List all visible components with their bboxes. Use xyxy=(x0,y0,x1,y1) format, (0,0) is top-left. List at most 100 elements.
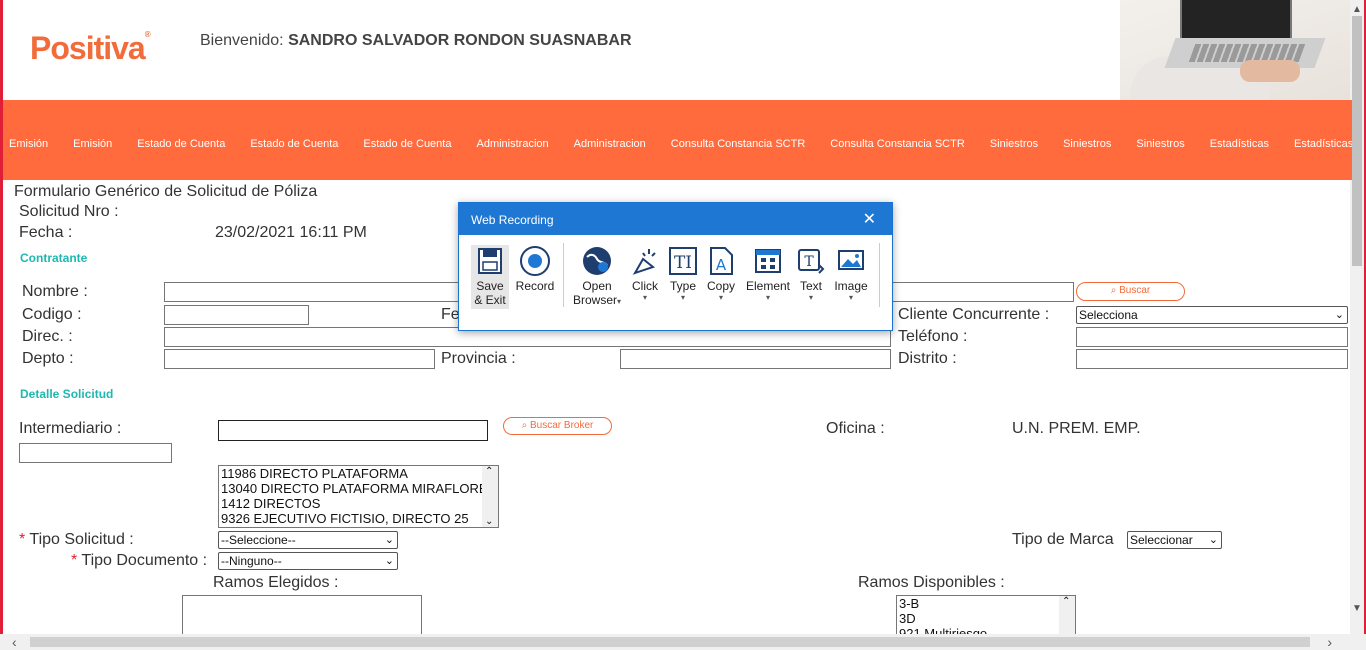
toolbar-separator xyxy=(563,243,564,307)
welcome-text: Bienvenido: SANDRO SALVADOR RONDON SUASN… xyxy=(200,32,632,50)
tipo-solicitud-label: * Tipo Solicitud : xyxy=(19,531,134,548)
copy-text-icon: A xyxy=(710,247,733,275)
nav-item[interactable]: Administracion xyxy=(476,138,548,150)
depto-label: Depto : xyxy=(22,350,74,367)
search-icon: ⌕ xyxy=(1110,285,1117,296)
type-button[interactable]: TI Type ▾ xyxy=(665,245,701,302)
provincia-label: Provincia : xyxy=(441,350,516,367)
tipo-marca-select[interactable]: Seleccionar ⌄ xyxy=(1127,531,1222,549)
horizontal-scrollbar[interactable]: ‹ › xyxy=(0,634,1366,650)
scroll-right-icon[interactable]: › xyxy=(1327,634,1332,650)
intermediario-label: Intermediario : xyxy=(19,420,122,437)
detalle-section-title: Detalle Solicitud xyxy=(20,387,114,401)
nav-item[interactable]: Siniestros xyxy=(1063,138,1111,150)
left-frame-border xyxy=(0,0,3,650)
list-item[interactable]: 3-B xyxy=(897,596,1075,611)
dialog-title-bar: Web Recording ✕ xyxy=(459,203,892,235)
nombre-label: Nombre : xyxy=(22,283,88,300)
nav-item[interactable]: Estado de Cuenta xyxy=(137,138,225,150)
oficina-label: Oficina : xyxy=(826,420,885,437)
click-button[interactable]: Click ▾ xyxy=(627,245,663,302)
svg-text:T: T xyxy=(804,254,814,270)
ramos-disponibles-label: Ramos Disponibles : xyxy=(858,574,1005,591)
globe-icon xyxy=(583,247,611,275)
list-item[interactable]: 1412 DIRECTOS xyxy=(219,496,498,511)
contratante-section-title: Contratante xyxy=(20,251,88,265)
close-icon[interactable]: ✕ xyxy=(863,209,876,229)
list-item[interactable]: 3D xyxy=(897,611,1075,626)
scrollbar-thumb[interactable] xyxy=(1352,16,1362,266)
nav-item[interactable]: Estado de Cuenta xyxy=(250,138,338,150)
open-browser-button[interactable]: Open Browser▾ xyxy=(571,245,623,307)
image-button[interactable]: Image ▾ xyxy=(831,245,871,302)
buscar-broker-button[interactable]: ⌕ Buscar Broker xyxy=(503,417,612,435)
scroll-left-icon[interactable]: ‹ xyxy=(12,634,17,650)
codigo-label: Codigo : xyxy=(22,306,82,323)
tipo-documento-label: * Tipo Documento : xyxy=(71,552,208,569)
image-icon xyxy=(838,250,864,270)
fecha-value: 23/02/2021 16:11 PM xyxy=(215,224,367,241)
svg-text:A: A xyxy=(716,256,727,274)
codigo-input[interactable] xyxy=(164,305,309,325)
cliente-concurrente-select[interactable]: Selecciona ⌄ xyxy=(1076,306,1348,324)
element-grid-icon xyxy=(755,249,781,273)
save-exit-button[interactable]: Save & Exit xyxy=(471,245,509,309)
chevron-down-icon: ⌄ xyxy=(384,555,394,567)
intermediario-code-input[interactable] xyxy=(19,443,172,463)
nav-item[interactable]: Consulta Constancia SCTR xyxy=(671,138,806,150)
intermediario-input[interactable] xyxy=(218,420,488,441)
distrito-input[interactable] xyxy=(1076,349,1348,369)
list-item[interactable]: 13040 DIRECTO PLATAFORMA MIRAFLORES xyxy=(219,481,498,496)
record-icon xyxy=(520,246,550,276)
tipo-solicitud-select[interactable]: --Seleccione-- ⌄ xyxy=(218,531,398,549)
scroll-up-icon[interactable]: ▲ xyxy=(1352,4,1362,15)
fecha-label: Fecha : xyxy=(19,224,73,241)
element-button[interactable]: Element ▾ xyxy=(743,245,793,302)
nav-item[interactable]: Estadísticas xyxy=(1294,138,1352,150)
nav-item[interactable]: Siniestros xyxy=(990,138,1038,150)
positiva-logo[interactable]: Positiva® xyxy=(30,30,151,67)
search-icon: ⌕ xyxy=(521,420,528,431)
telefono-label: Teléfono : xyxy=(898,328,968,345)
scroll-down-icon[interactable]: ▼ xyxy=(1352,603,1362,614)
copy-button[interactable]: A Copy ▾ xyxy=(703,245,739,302)
distrito-label: Distrito : xyxy=(898,350,957,367)
nav-item[interactable]: Estadísticas xyxy=(1210,138,1269,150)
web-recording-dialog: Web Recording ✕ Save & Exit Record Open … xyxy=(458,202,893,331)
provincia-input[interactable] xyxy=(620,349,891,369)
cursor-click-icon xyxy=(632,249,656,275)
list-item[interactable]: 11986 DIRECTO PLATAFORMA xyxy=(219,466,498,481)
nav-item[interactable]: Siniestros xyxy=(1136,138,1184,150)
svg-text:TI: TI xyxy=(674,253,692,273)
nav-item[interactable]: Administracion xyxy=(574,138,646,150)
listbox-scrollbar[interactable]: ⌃ xyxy=(1059,596,1075,639)
vertical-scrollbar[interactable]: ▲ ▼ xyxy=(1350,0,1364,634)
form-title: Formulario Genérico de Solicitud de Póli… xyxy=(14,183,318,200)
floppy-disk-icon xyxy=(478,248,502,274)
cliente-concurrente-label: Cliente Concurrente : xyxy=(898,306,1050,323)
welcome-label: Bienvenido: xyxy=(200,32,284,49)
type-text-icon: TI xyxy=(669,247,697,275)
list-item[interactable]: 9326 EJECUTIVO FICTISIO, DIRECTO 25 xyxy=(219,511,498,526)
main-nav: Emisión Emisión Estado de Cuenta Estado de … xyxy=(3,100,1352,180)
ramos-elegidos-label: Ramos Elegidos : xyxy=(213,574,339,591)
hero-laptop-image xyxy=(1120,0,1352,100)
text-button[interactable]: T Text ▾ xyxy=(795,245,827,302)
nav-item[interactable]: Emisión xyxy=(9,138,48,150)
nav-item[interactable]: Emisión xyxy=(73,138,112,150)
tipo-documento-select[interactable]: --Ninguno-- ⌄ xyxy=(218,552,398,570)
nav-item[interactable]: Estado de Cuenta xyxy=(363,138,451,150)
buscar-button[interactable]: ⌕ Buscar xyxy=(1076,282,1185,301)
record-button[interactable]: Record xyxy=(515,245,555,293)
nav-item[interactable]: Consulta Constancia SCTR xyxy=(830,138,965,150)
user-name: SANDRO SALVADOR RONDON SUASNABAR xyxy=(288,32,632,49)
depto-input[interactable] xyxy=(164,349,435,369)
text-icon: T xyxy=(798,249,825,274)
listbox-scrollbar[interactable]: ⌃ ⌄ xyxy=(482,466,498,527)
oficina-value: U.N. PREM. EMP. xyxy=(1012,420,1141,437)
hscrollbar-thumb[interactable] xyxy=(30,637,1310,647)
toolbar-separator xyxy=(879,243,880,307)
direc-label: Direc. : xyxy=(22,328,73,345)
telefono-input[interactable] xyxy=(1076,327,1348,347)
broker-listbox[interactable]: 11986 DIRECTO PLATAFORMA 13040 DIRECTO PL… xyxy=(218,465,499,528)
